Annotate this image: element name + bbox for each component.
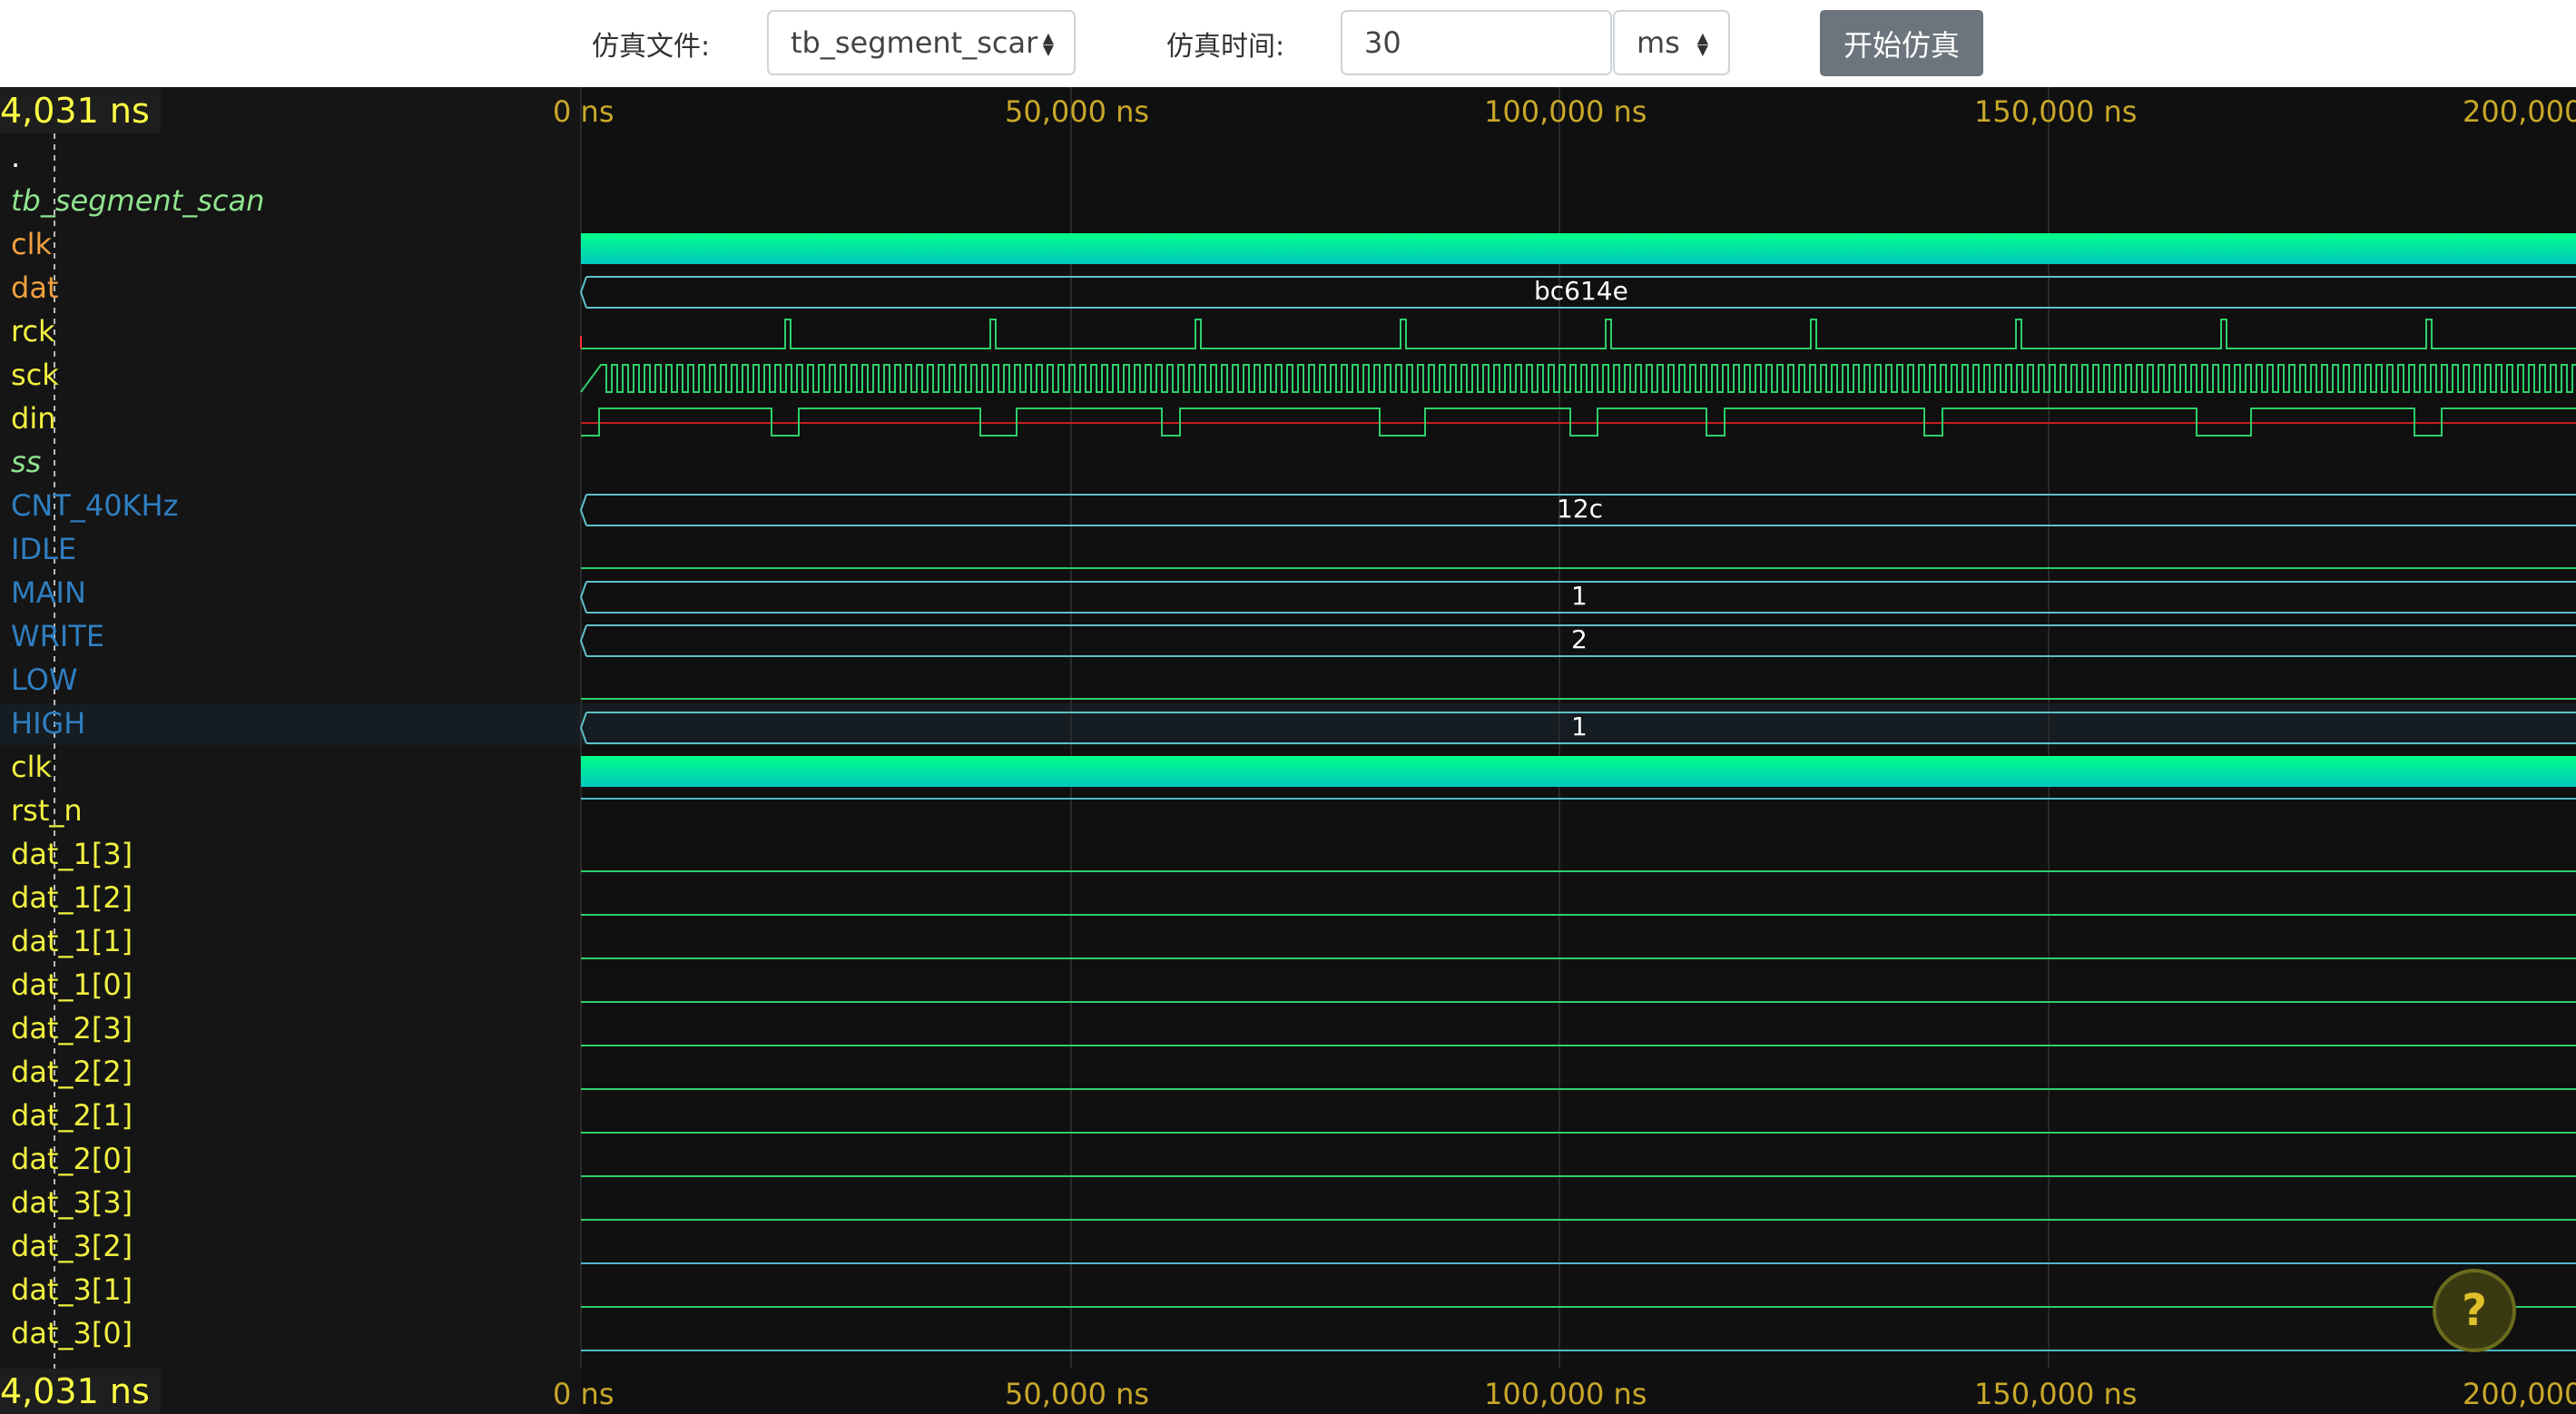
question-icon: ? bbox=[2462, 1285, 2487, 1336]
signal-name-dat[interactable]: dat bbox=[11, 267, 62, 309]
cursor-time-top: 4,031 ns bbox=[0, 88, 161, 133]
help-button[interactable]: ? bbox=[2433, 1269, 2516, 1352]
waveform-canvas[interactable] bbox=[0, 0, 2576, 1414]
ruler-tick-top: 150,000 ns bbox=[1974, 94, 2138, 129]
signal-name-dat-3-3[interactable]: dat_3[3] bbox=[11, 1182, 136, 1223]
signal-name-dat-3-0[interactable]: dat_3[0] bbox=[11, 1312, 136, 1354]
signal-name-dat-1-3[interactable]: dat_1[3] bbox=[11, 833, 136, 875]
bus-value-main: 1 bbox=[1571, 581, 1588, 611]
bus-value-cnt40khz: 12c bbox=[1557, 494, 1604, 524]
ruler-tick-bottom: 0 ns bbox=[553, 1377, 615, 1411]
ruler-tick-bottom: 50,000 ns bbox=[1005, 1377, 1150, 1411]
signal-name-dot[interactable]: . bbox=[11, 136, 24, 178]
ruler-tick-top: 0 ns bbox=[553, 94, 615, 129]
signal-name-low[interactable]: LOW bbox=[11, 659, 82, 701]
signal-name-din[interactable]: din bbox=[11, 398, 59, 439]
signal-name-ss[interactable]: ss bbox=[11, 441, 44, 483]
signal-name-dat-1-0[interactable]: dat_1[0] bbox=[11, 964, 136, 1006]
signal-name-rck[interactable]: rck bbox=[11, 310, 59, 352]
signal-name-scope[interactable]: tb_segment_scan bbox=[11, 180, 268, 221]
sck-wave bbox=[580, 364, 2576, 393]
rck-wave bbox=[581, 319, 2576, 349]
clk-wave bbox=[581, 756, 2576, 787]
signal-name-dat-2-2[interactable]: dat_2[2] bbox=[11, 1051, 136, 1093]
signal-name-clk[interactable]: clk bbox=[11, 223, 55, 265]
bus-value-write: 2 bbox=[1571, 624, 1588, 654]
ruler-tick-top: 200,000 bbox=[2463, 94, 2576, 129]
signal-name-dat-1-2[interactable]: dat_1[2] bbox=[11, 877, 136, 918]
signal-name-dat-1-1[interactable]: dat_1[1] bbox=[11, 920, 136, 962]
ruler-tick-bottom: 150,000 ns bbox=[1974, 1377, 2138, 1411]
signal-name-rst-n[interactable]: rst_n bbox=[11, 790, 86, 831]
signal-name-high[interactable]: HIGH bbox=[11, 702, 89, 744]
signal-name-write[interactable]: WRITE bbox=[11, 615, 108, 657]
clk-wave bbox=[581, 233, 2576, 264]
signal-name-dat-3-2[interactable]: dat_3[2] bbox=[11, 1225, 136, 1267]
signal-name-dat-2-0[interactable]: dat_2[0] bbox=[11, 1138, 136, 1180]
signal-name-cnt40khz[interactable]: CNT_40KHz bbox=[11, 485, 182, 526]
signal-name-dat-2-3[interactable]: dat_2[3] bbox=[11, 1007, 136, 1049]
ruler-tick-top: 100,000 ns bbox=[1484, 94, 1647, 129]
signal-name-idle[interactable]: IDLE bbox=[11, 528, 80, 570]
signal-name-dat-2-1[interactable]: dat_2[1] bbox=[11, 1095, 136, 1136]
selected-row-highlight bbox=[0, 703, 2576, 745]
signal-name-main[interactable]: MAIN bbox=[11, 572, 90, 614]
signal-name-clk[interactable]: clk bbox=[11, 746, 55, 788]
bus-value-high: 1 bbox=[1571, 712, 1588, 741]
signal-name-dat-3-1[interactable]: dat_3[1] bbox=[11, 1269, 136, 1311]
cursor-time-bottom: 4,031 ns bbox=[0, 1369, 161, 1414]
ruler-tick-bottom: 100,000 ns bbox=[1484, 1377, 1647, 1411]
ruler-tick-top: 50,000 ns bbox=[1005, 94, 1150, 129]
bus-value-dat: bc614e bbox=[1534, 276, 1628, 306]
ruler-tick-bottom: 200,000 bbox=[2463, 1377, 2576, 1411]
signal-name-sck[interactable]: sck bbox=[11, 354, 63, 396]
